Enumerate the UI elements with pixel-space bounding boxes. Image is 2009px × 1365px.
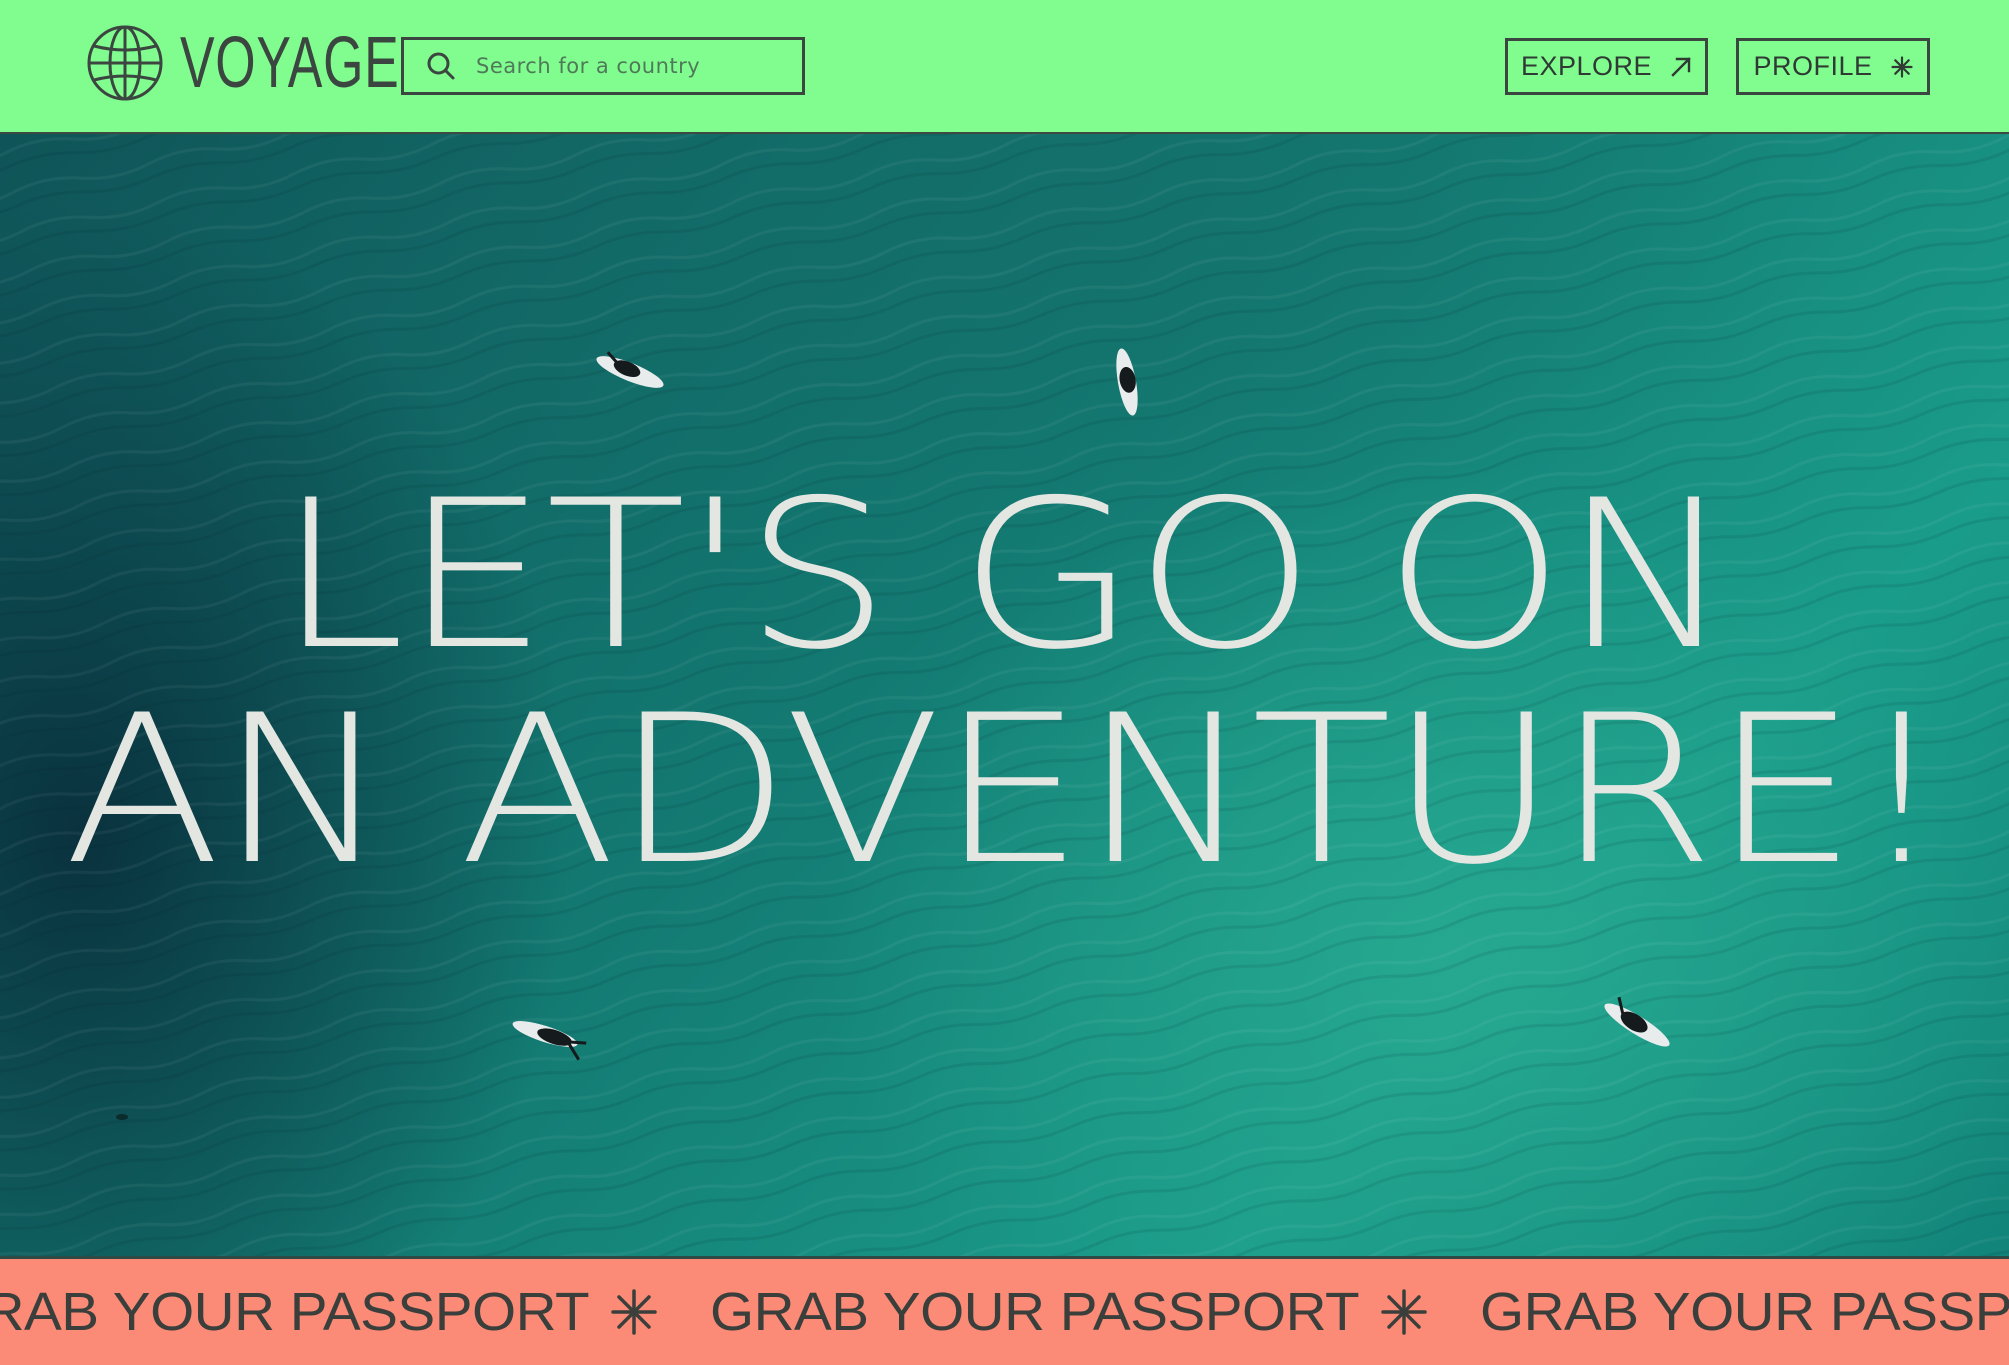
top-nav-bar: VOYAGE EXPLORE PROFILE <box>0 0 2009 134</box>
profile-label: PROFILE <box>1753 51 1873 81</box>
hero-headline-line-1: LET'S GO ON <box>277 457 1734 695</box>
marquee-text: GRAB YOUR PASSPORT <box>710 1282 1360 1342</box>
search-input[interactable] <box>476 54 796 78</box>
marquee-banner: GRAB YOUR PASSPORT GRAB YOUR PASSPORT GR… <box>0 1256 2009 1365</box>
search-box[interactable] <box>401 37 805 95</box>
arrow-up-right-icon <box>1671 56 1691 77</box>
profile-button[interactable]: PROFILE <box>1736 38 1930 95</box>
globe-icon <box>87 25 163 101</box>
asterisk-icon <box>1380 1288 1428 1336</box>
brand-logo[interactable]: VOYAGE <box>86 24 400 102</box>
marquee-text: GRAB YOUR PASSPORT <box>0 1282 590 1342</box>
marquee-track: GRAB YOUR PASSPORT GRAB YOUR PASSPORT GR… <box>0 1259 2009 1365</box>
brand-name: VOYAGE <box>180 23 400 103</box>
marquee-text: GRAB YOUR PASSPORT <box>1480 1282 2009 1342</box>
search-icon <box>427 52 455 80</box>
asterisk-icon <box>1890 55 1913 78</box>
explore-button[interactable]: EXPLORE <box>1505 38 1708 95</box>
asterisk-icon <box>610 1288 658 1336</box>
swimmer <box>116 1114 128 1120</box>
hero-section: LET'S GO ON AN ADVENTURE! <box>0 134 2009 1256</box>
hero-headline-line-2: AN ADVENTURE! <box>63 672 1948 910</box>
explore-label: EXPLORE <box>1520 51 1653 81</box>
